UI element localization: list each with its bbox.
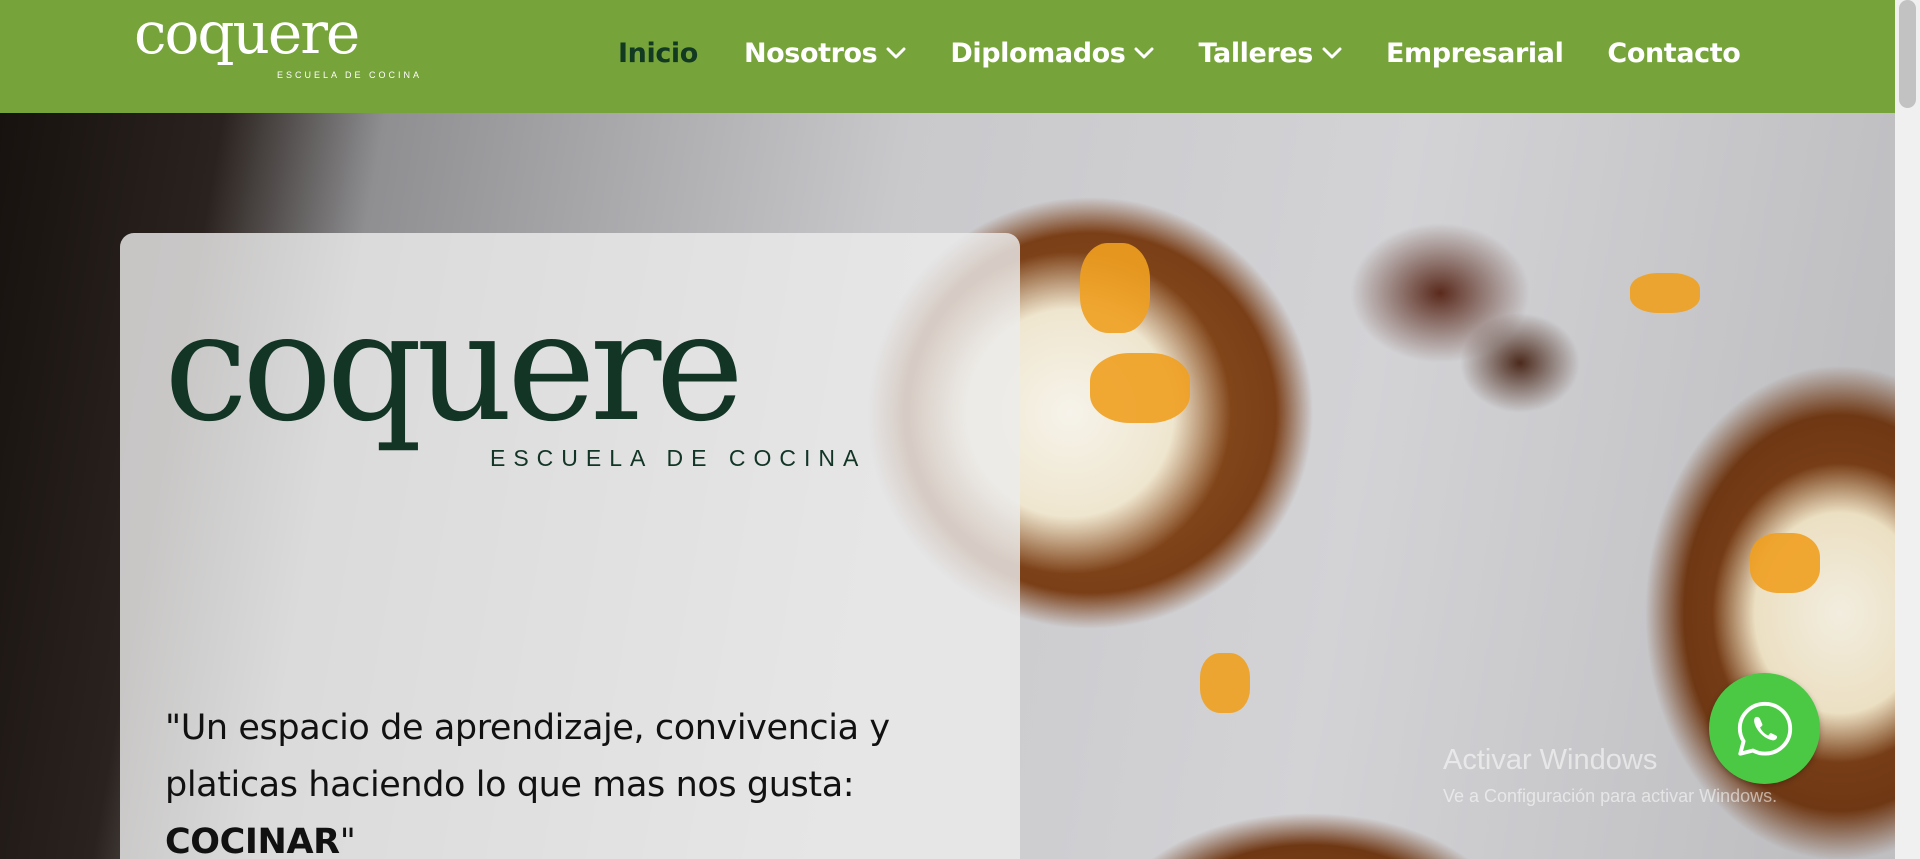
hero-logo: coquere ESCUELA DE COCINA	[164, 293, 924, 471]
nav-label: Empresarial	[1385, 37, 1564, 69]
brand-tagline: ESCUELA DE COCINA	[277, 70, 423, 80]
decor-orange-zest	[1750, 533, 1820, 593]
hero-quote-emphasis: COCINAR	[165, 822, 340, 859]
chevron-down-icon	[886, 46, 906, 60]
brand-logo[interactable]: coquere ESCUELA DE COCINA	[134, 4, 464, 88]
whatsapp-button[interactable]	[1709, 673, 1820, 784]
nav-label: Inicio	[618, 37, 698, 69]
decor-orange-zest	[1080, 243, 1150, 333]
nav-label: Nosotros	[743, 37, 878, 69]
decor-orange-zest	[1630, 273, 1700, 313]
main-nav: Inicio Nosotros Diplomados Talleres Empr…	[618, 0, 1741, 106]
nav-item-inicio[interactable]: Inicio	[618, 38, 698, 69]
decor-orange-zest	[1200, 653, 1250, 713]
hero-card: coquere ESCUELA DE COCINA "Un espacio de…	[120, 233, 1020, 859]
nav-item-contacto[interactable]: Contacto	[1607, 38, 1740, 69]
nav-item-talleres[interactable]: Talleres	[1198, 37, 1342, 69]
hero-quote: "Un espacio de aprendizaje, convivencia …	[165, 700, 985, 859]
hero-quote-end: "	[339, 822, 356, 859]
nav-item-nosotros[interactable]: Nosotros	[744, 38, 906, 69]
nav-label: Contacto	[1607, 37, 1741, 69]
watermark-subtitle: Ve a Configuración para activar Windows.	[1443, 786, 1778, 806]
scrollbar-thumb[interactable]	[1899, 0, 1916, 108]
chevron-down-icon	[1134, 46, 1154, 60]
hero-quote-text: "Un espacio de aprendizaje, convivencia …	[165, 708, 890, 805]
page-scrollbar[interactable]	[1895, 0, 1920, 859]
nav-label: Diplomados	[950, 37, 1126, 69]
decor-orange-zest	[1090, 353, 1190, 423]
nav-item-diplomados[interactable]: Diplomados	[950, 38, 1154, 69]
nav-label: Talleres	[1198, 37, 1313, 69]
chevron-down-icon	[1322, 46, 1342, 60]
hero-logo-wordmark: coquere	[164, 281, 744, 455]
nav-item-empresarial[interactable]: Empresarial	[1385, 37, 1564, 69]
hero-logo-tagline: ESCUELA DE COCINA	[490, 445, 867, 471]
site-header: coquere ESCUELA DE COCINA Inicio Nosotro…	[0, 0, 1895, 113]
brand-wordmark: coquere	[134, 0, 360, 67]
whatsapp-icon	[1737, 701, 1792, 756]
